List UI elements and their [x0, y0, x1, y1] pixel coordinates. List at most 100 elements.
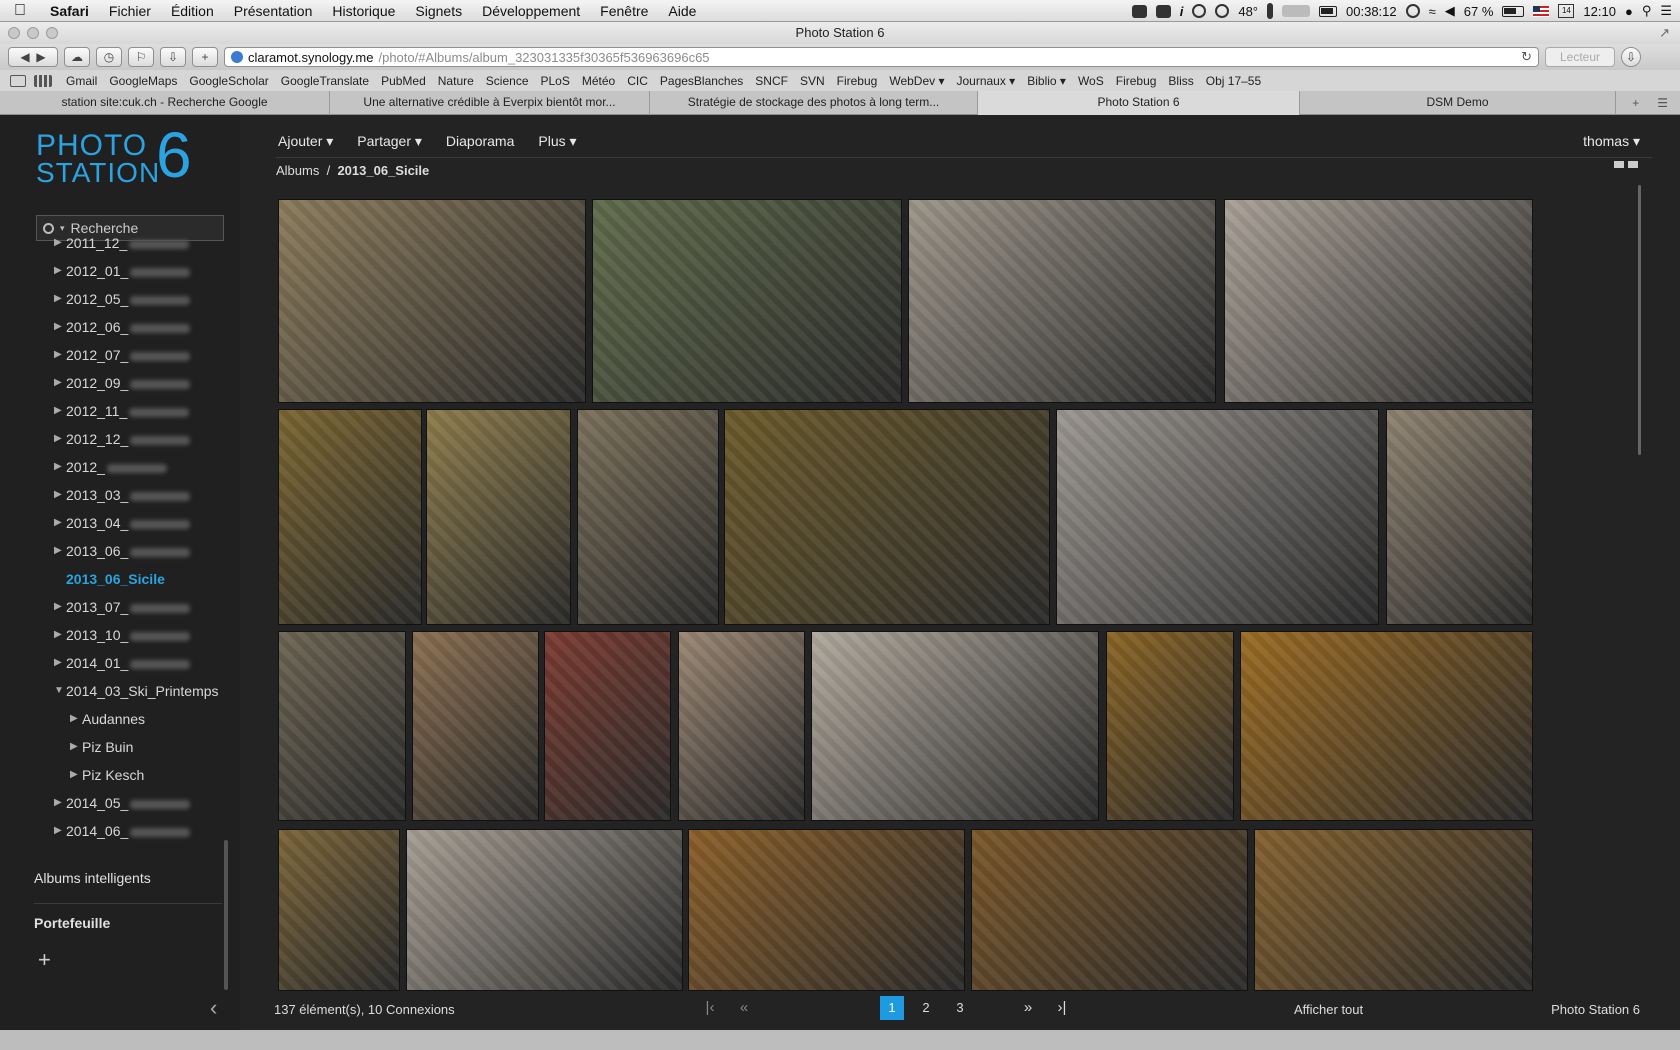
- bookmark-wos[interactable]: WoS: [1072, 74, 1110, 88]
- photo-thumbnail[interactable]: [688, 829, 965, 991]
- add-bookmark-button[interactable]: +: [192, 47, 218, 67]
- bookmark-obj[interactable]: Obj 17–55: [1200, 74, 1267, 88]
- fullscreen-icon[interactable]: ↗: [1659, 22, 1670, 44]
- battery-icon[interactable]: [1502, 5, 1525, 17]
- collapsed-arrow-icon[interactable]: ▶: [54, 257, 62, 285]
- reading-list-icon[interactable]: [10, 74, 26, 87]
- next-page-icon[interactable]: »: [1013, 996, 1043, 1020]
- dropbox-icon[interactable]: [1155, 4, 1171, 18]
- reload-icon[interactable]: ↻: [1521, 49, 1532, 65]
- menu-signets[interactable]: Signets: [405, 3, 472, 19]
- bookmark-svn[interactable]: SVN: [794, 74, 831, 88]
- photo-thumbnail[interactable]: [971, 829, 1248, 991]
- album-item[interactable]: 2013_06_Sicile: [0, 565, 230, 593]
- photo-thumbnail[interactable]: [278, 829, 400, 991]
- collapsed-arrow-icon[interactable]: ▶: [54, 313, 62, 341]
- expanded-arrow-icon[interactable]: ▼: [54, 677, 64, 705]
- bookmark-googlescholar[interactable]: GoogleScholar: [183, 74, 274, 88]
- bookmark-button[interactable]: ⚐: [128, 47, 154, 67]
- spotlight-search-icon[interactable]: ⚲: [1642, 3, 1652, 19]
- volume-icon[interactable]: ◀: [1445, 3, 1455, 19]
- photo-thumbnail[interactable]: [278, 409, 422, 625]
- icloud-tabs-button[interactable]: ☁: [64, 47, 90, 67]
- user-menu-button[interactable]: thomas ▾: [1583, 133, 1640, 150]
- tab-everpix[interactable]: Une alternative crédible à Everpix bient…: [330, 91, 650, 115]
- collapsed-arrow-icon[interactable]: ▶: [54, 649, 62, 677]
- album-item[interactable]: ▶ 2013_10_: [0, 621, 230, 649]
- calendar-icon[interactable]: 14: [1558, 4, 1575, 18]
- bookmark-cic[interactable]: CIC: [621, 74, 654, 88]
- bookmark-gmail[interactable]: Gmail: [60, 74, 103, 88]
- minimize-window-icon[interactable]: [27, 27, 39, 39]
- photo-thumbnail[interactable]: [678, 631, 805, 821]
- photo-thumbnail[interactable]: [1224, 199, 1533, 403]
- new-tab-icon[interactable]: +: [1632, 96, 1639, 110]
- tab-photo-station[interactable]: Photo Station 6: [978, 91, 1300, 115]
- collapsed-arrow-icon[interactable]: ▶: [70, 761, 78, 789]
- sidebar-scrollbar[interactable]: [224, 840, 228, 990]
- photo-thumbnail[interactable]: [592, 199, 902, 403]
- portfolio-heading[interactable]: Portefeuille: [34, 915, 110, 931]
- photo-thumbnail[interactable]: [278, 199, 586, 403]
- album-item[interactable]: ▶ 2013_06_: [0, 537, 230, 565]
- clock-readout[interactable]: 12:10: [1583, 4, 1616, 19]
- album-item[interactable]: ▶ 2011_12_: [0, 229, 230, 257]
- bookmark-firebug-2[interactable]: Firebug: [1110, 74, 1163, 88]
- collapsed-arrow-icon[interactable]: ▶: [70, 733, 78, 761]
- photo-thumbnail[interactable]: [811, 631, 1099, 821]
- add-portfolio-icon[interactable]: +: [38, 947, 51, 973]
- sub-album-item[interactable]: ▶ Piz Buin: [0, 733, 230, 761]
- bookmark-bliss[interactable]: Bliss: [1162, 74, 1199, 88]
- album-item[interactable]: ▶ 2013_03_: [0, 481, 230, 509]
- menu-edition[interactable]: Édition: [161, 3, 224, 19]
- album-item[interactable]: ▶ 2012_09_: [0, 369, 230, 397]
- collapsed-arrow-icon[interactable]: ▶: [54, 817, 62, 845]
- info-icon[interactable]: i: [1180, 4, 1184, 19]
- bookmark-science[interactable]: Science: [480, 74, 535, 88]
- album-item[interactable]: ▶ 2014_05_: [0, 789, 230, 817]
- bookmark-googlemaps[interactable]: GoogleMaps: [103, 74, 183, 88]
- collapsed-arrow-icon[interactable]: ▶: [54, 341, 62, 369]
- photo-thumbnail[interactable]: [544, 631, 671, 821]
- bookmark-webdev[interactable]: WebDev ▾: [883, 74, 950, 88]
- address-bar[interactable]: claramot.synology.me/photo/#Albums/album…: [224, 47, 1539, 67]
- tab-stockage-photos[interactable]: Stratégie de stockage des photos à long …: [650, 91, 978, 115]
- collapsed-arrow-icon[interactable]: ▶: [54, 453, 62, 481]
- weather-icon[interactable]: [1215, 4, 1230, 18]
- history-button[interactable]: ◷: [96, 47, 122, 67]
- notification-list-icon[interactable]: ☰: [1660, 3, 1672, 19]
- photo-thumbnail[interactable]: [412, 631, 539, 821]
- collapsed-arrow-icon[interactable]: ▶: [70, 705, 78, 733]
- album-item[interactable]: ▶ 2013_04_: [0, 509, 230, 537]
- diaporama-button[interactable]: Diaporama: [446, 133, 514, 150]
- bookmark-googletranslate[interactable]: GoogleTranslate: [275, 74, 375, 88]
- bookmark-pubmed[interactable]: PubMed: [375, 74, 432, 88]
- forward-arrow-icon[interactable]: ▶: [36, 50, 45, 64]
- photo-station-logo[interactable]: PHOTO STATION 6: [36, 123, 206, 189]
- page-2-button[interactable]: 2: [911, 996, 941, 1020]
- collapsed-arrow-icon[interactable]: ▶: [54, 509, 62, 537]
- show-all-button[interactable]: Afficher tout: [1294, 1002, 1363, 1017]
- bookmark-biblio[interactable]: Biblio ▾: [1021, 74, 1072, 88]
- collapsed-arrow-icon[interactable]: ▶: [54, 593, 62, 621]
- bookmark-plos[interactable]: PLoS: [535, 74, 576, 88]
- collapsed-arrow-icon[interactable]: ▶: [54, 369, 62, 397]
- page-1-button[interactable]: 1: [880, 996, 904, 1020]
- collapsed-arrow-icon[interactable]: ▶: [54, 789, 62, 817]
- downloads-indicator[interactable]: ⇩: [1621, 47, 1641, 67]
- tab-dsm-demo[interactable]: DSM Demo: [1300, 91, 1616, 115]
- bookmark-sncf[interactable]: SNCF: [749, 74, 794, 88]
- previous-page-icon[interactable]: «: [729, 996, 759, 1020]
- album-item[interactable]: ▶ 2012_01_: [0, 257, 230, 285]
- album-item[interactable]: ▶ 2012_11_: [0, 397, 230, 425]
- bookmark-journaux[interactable]: Journaux ▾: [950, 74, 1021, 88]
- user-icon[interactable]: ●: [1625, 4, 1633, 19]
- sub-album-item[interactable]: ▶ Piz Kesch: [0, 761, 230, 789]
- collapsed-arrow-icon[interactable]: ▶: [54, 285, 62, 313]
- zoom-window-icon[interactable]: [46, 27, 58, 39]
- contrast-icon[interactable]: [1192, 4, 1207, 18]
- album-item[interactable]: ▶ 2012_12_: [0, 425, 230, 453]
- time-machine-icon[interactable]: [1405, 4, 1420, 18]
- plus-menu-button[interactable]: Plus ▾: [538, 133, 576, 150]
- collapsed-arrow-icon[interactable]: ▶: [54, 397, 62, 425]
